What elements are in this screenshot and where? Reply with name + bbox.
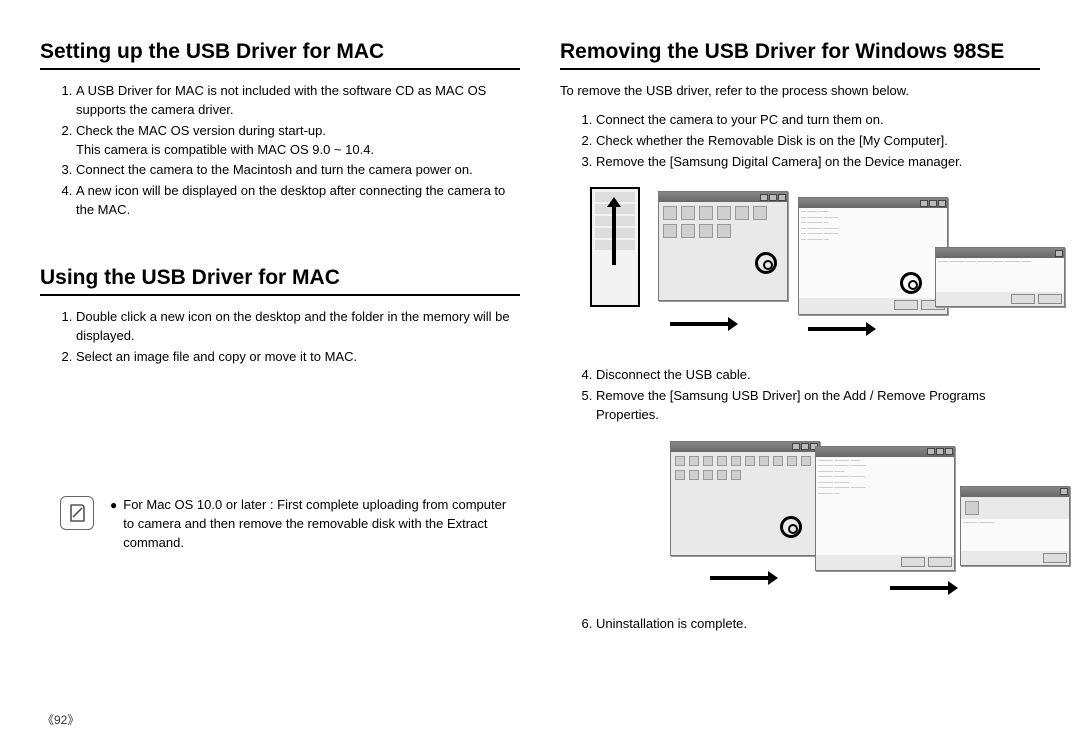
step-text: Check the MAC OS version during start-up… [76,123,326,138]
intro-text: To remove the USB driver, refer to the p… [560,82,1040,101]
screenshot-cluster-device-manager: — —— ——— ——— ———— ——— —— ——— ———— ——— ——… [590,187,1040,352]
remove-steps-b: Disconnect the USB cable. Remove the [Sa… [560,366,1040,425]
setting-up-steps: A USB Driver for MAC is not included wit… [40,82,520,220]
uninstall-complete-dialog: ——— ——— [960,486,1070,566]
screenshot-cluster-add-remove: ——— ——— ————— ——— —————— ————— ——— —————… [590,441,1040,601]
list-item: Uninstallation is complete. [596,615,1040,634]
right-column: Removing the USB Driver for Windows 98SE… [560,40,1040,726]
system-properties-window: — —— ——— ——— ———— ——— —— ——— ———— ——— ——… [798,197,948,315]
confirm-removal-dialog: —— ——— —— ——— —— ——— —— [935,247,1065,307]
note-body: For Mac OS 10.0 or later : First complet… [123,496,520,553]
using-steps: Double click a new icon on the desktop a… [40,308,520,367]
list-item: Check whether the Removable Disk is on t… [596,132,1040,151]
page-number: 《92》 [42,711,79,728]
arrow-right-icon [808,327,868,331]
left-column: Setting up the USB Driver for MAC A USB … [40,40,520,726]
arrow-right-icon [710,576,770,580]
highlight-circle-icon [780,516,802,538]
list-item: A new icon will be displayed on the desk… [76,182,520,220]
list-item: Connect the camera to the Macintosh and … [76,161,520,180]
note-icon [60,496,94,530]
heading-setting-up: Setting up the USB Driver for MAC [40,40,520,70]
list-item: Remove the [Samsung USB Driver] on the A… [596,387,1040,425]
bullet-icon: ● [110,496,117,553]
remove-steps-c: Uninstallation is complete. [560,615,1040,634]
control-panel-window [670,441,820,556]
two-column-layout: Setting up the USB Driver for MAC A USB … [40,40,1040,726]
arrow-right-icon [670,322,730,326]
list-item: A USB Driver for MAC is not included wit… [76,82,520,120]
note-callout: ● For Mac OS 10.0 or later : First compl… [40,496,520,553]
heading-removing: Removing the USB Driver for Windows 98SE [560,40,1040,70]
step-subtext: This camera is compatible with MAC OS 9.… [76,141,520,160]
list-item: Remove the [Samsung Digital Camera] on t… [596,153,1040,172]
arrow-right-icon [890,586,950,590]
remove-steps-a: Connect the camera to your PC and turn t… [560,111,1040,172]
control-panel-window [658,191,788,301]
list-item: Double click a new icon on the desktop a… [76,308,520,346]
add-remove-programs-window: ——— ——— ————— ——— —————— ————— ——— —————… [815,446,955,571]
list-item: Check the MAC OS version during start-up… [76,122,520,160]
arrow-up-icon [612,205,616,265]
list-item: Disconnect the USB cable. [596,366,1040,385]
list-item: Select an image file and copy or move it… [76,348,520,367]
heading-using: Using the USB Driver for MAC [40,266,520,296]
note-text: ● For Mac OS 10.0 or later : First compl… [110,496,520,553]
list-item: Connect the camera to your PC and turn t… [596,111,1040,130]
